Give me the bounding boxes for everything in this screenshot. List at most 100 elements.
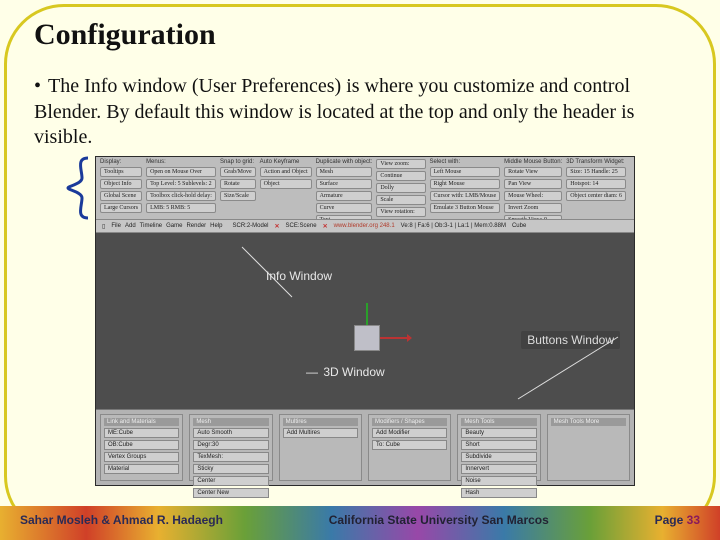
- panel-field[interactable]: Short: [461, 440, 536, 450]
- prefs-option[interactable]: Hotspot: 14: [566, 179, 626, 189]
- panel-header[interactable]: Mesh Tools More: [551, 418, 626, 426]
- prefs-option[interactable]: Mouse Wheel:: [504, 191, 562, 201]
- prefs-option[interactable]: Mesh: [316, 167, 373, 177]
- active-object: Cube: [512, 223, 526, 229]
- panel-field[interactable]: OB:Cube: [104, 440, 179, 450]
- menu-item[interactable]: File: [111, 223, 121, 229]
- prefs-column-label: 3D Transform Widget:: [566, 159, 626, 165]
- buttons-panel: Mesh Tools More: [547, 414, 630, 481]
- prefs-option[interactable]: View zoom:: [376, 159, 425, 169]
- panel-field[interactable]: Material: [104, 464, 179, 474]
- menu-item[interactable]: Add: [125, 223, 136, 229]
- menubar: ▯ File Add Timeline Game Render Help SCR:2-Mo…: [96, 219, 634, 233]
- prefs-option[interactable]: Dolly: [376, 183, 425, 193]
- prefs-option[interactable]: Rotate View: [504, 167, 562, 177]
- footer-affiliation: California State University San Marcos: [329, 513, 549, 527]
- panel-header[interactable]: Mesh Tools: [461, 418, 536, 426]
- panel-field[interactable]: Subdivide: [461, 452, 536, 462]
- prefs-option[interactable]: Toolbox click-hold delay:: [146, 191, 216, 201]
- prefs-option[interactable]: Grab/Move: [220, 167, 256, 177]
- blender-screenshot: Display: Tooltips Object Info Global Scene L…: [95, 156, 635, 486]
- close-icon[interactable]: ✕: [323, 223, 328, 230]
- menu-item[interactable]: Timeline: [140, 223, 162, 229]
- prefs-option[interactable]: Object: [260, 179, 312, 189]
- prefs-option[interactable]: Tooltips: [100, 167, 142, 177]
- buttons-window: Link and Materials ME:Cube OB:Cube Vertex G…: [96, 409, 634, 485]
- prefs-option[interactable]: Large Cursors: [100, 203, 142, 213]
- panel-field[interactable]: Center: [193, 476, 268, 486]
- buttons-panel: Multires Add Multires: [279, 414, 362, 481]
- prefs-option[interactable]: Action and Object: [260, 167, 312, 177]
- panel-field[interactable]: Center New: [193, 488, 268, 498]
- prefs-option[interactable]: Size/Scale: [220, 191, 256, 201]
- prefs-option[interactable]: Invert Zoom: [504, 203, 562, 213]
- panel-field[interactable]: To: Cube: [372, 440, 447, 450]
- slide: Configuration •The Info window (User Pre…: [0, 0, 720, 540]
- default-cube[interactable]: [354, 325, 380, 351]
- panel-field[interactable]: Sticky: [193, 464, 268, 474]
- panel-header[interactable]: Multires: [283, 418, 358, 426]
- prefs-option[interactable]: Size: 15 Handle: 25: [566, 167, 626, 177]
- panel-field[interactable]: Hash: [461, 488, 536, 498]
- prefs-option[interactable]: Object center diam: 6: [566, 191, 626, 201]
- page-number: 33: [687, 513, 700, 527]
- footer-page: Page 33: [655, 513, 700, 527]
- menu-item[interactable]: Render: [186, 223, 206, 229]
- panel-header[interactable]: Mesh: [193, 418, 268, 426]
- prefs-option[interactable]: Global Scene: [100, 191, 142, 201]
- prefs-option[interactable]: Emulate 3 Button Mouse: [430, 203, 501, 213]
- prefs-option[interactable]: Cursor with: LMB/Mouse: [430, 191, 501, 201]
- panel-field[interactable]: Auto Smooth: [193, 428, 268, 438]
- prefs-option[interactable]: Curve: [316, 203, 373, 213]
- menu-item[interactable]: Game: [166, 223, 182, 229]
- prefs-column-label: Middle Mouse Button:: [504, 159, 562, 165]
- prefs-column-label: Menus:: [146, 159, 216, 165]
- panel-field[interactable]: Noise: [461, 476, 536, 486]
- prefs-option[interactable]: Object Info: [100, 179, 142, 189]
- panel-field[interactable]: Beauty: [461, 428, 536, 438]
- axis-y-icon: [366, 303, 368, 325]
- prefs-option[interactable]: LMB: 5 RMB: 5: [146, 203, 216, 213]
- panel-header[interactable]: Modifiers / Shapes: [372, 418, 447, 426]
- panel-header[interactable]: Link and Materials: [104, 418, 179, 426]
- panel-field[interactable]: Vertex Groups: [104, 452, 179, 462]
- viewport-label: — 3D Window: [306, 365, 385, 379]
- panel-field[interactable]: TexMesh:: [193, 452, 268, 462]
- prefs-option[interactable]: Right Mouse: [430, 179, 501, 189]
- panel-field[interactable]: ME:Cube: [104, 428, 179, 438]
- bullet-dot: •: [34, 74, 48, 100]
- axis-x-icon: [380, 337, 408, 339]
- prefs-option[interactable]: View rotation:: [376, 207, 425, 217]
- prefs-option[interactable]: Surface: [316, 179, 373, 189]
- prefs-option[interactable]: Rotate: [220, 179, 256, 189]
- page-label: Page: [655, 513, 684, 527]
- status-text: www.blender.org 248.1: [334, 223, 395, 229]
- prefs-option[interactable]: Pan View: [504, 179, 562, 189]
- prefs-column-label: Display:: [100, 159, 142, 165]
- prefs-option[interactable]: Scale: [376, 195, 425, 205]
- slide-title: Configuration: [34, 18, 216, 52]
- footer: Sahar Mosleh & Ahmad R. Hadaegh Californ…: [0, 506, 720, 540]
- menu-item[interactable]: Help: [210, 223, 222, 229]
- buttons-panel: Modifiers / Shapes Add Modifier To: Cube: [368, 414, 451, 481]
- info-window: Display: Tooltips Object Info Global Scene L…: [96, 157, 634, 219]
- prefs-option[interactable]: Top Level: 5 Sublevels: 2: [146, 179, 216, 189]
- prefs-option[interactable]: Left Mouse: [430, 167, 501, 177]
- panel-field[interactable]: Add Multires: [283, 428, 358, 438]
- bullet-text: The Info window (User Preferences) is wh…: [34, 75, 634, 148]
- scene-selector[interactable]: SCE:Scene: [286, 223, 317, 229]
- panel-field[interactable]: Degr:30: [193, 440, 268, 450]
- panel-field[interactable]: Innervert: [461, 464, 536, 474]
- prefs-option[interactable]: Open on Mouse Over: [146, 167, 216, 177]
- prefs-option[interactable]: Continue: [376, 171, 425, 181]
- brace-icon: [62, 156, 92, 220]
- prefs-option[interactable]: Armature: [316, 191, 373, 201]
- screen-selector[interactable]: SCR:2-Model: [233, 223, 269, 229]
- prefs-column-label: Select with:: [430, 159, 501, 165]
- window-type-icon[interactable]: ▯: [102, 223, 105, 230]
- info-window-label: Info Window: [266, 269, 332, 283]
- close-icon[interactable]: ✕: [275, 223, 280, 230]
- stats-text: Ve:8 | Fa:6 | Ob:3-1 | La:1 | Mem:0.88M: [401, 223, 506, 229]
- panel-field[interactable]: Add Modifier: [372, 428, 447, 438]
- viewport-3d[interactable]: Info Window — 3D Window Buttons Window: [96, 233, 634, 409]
